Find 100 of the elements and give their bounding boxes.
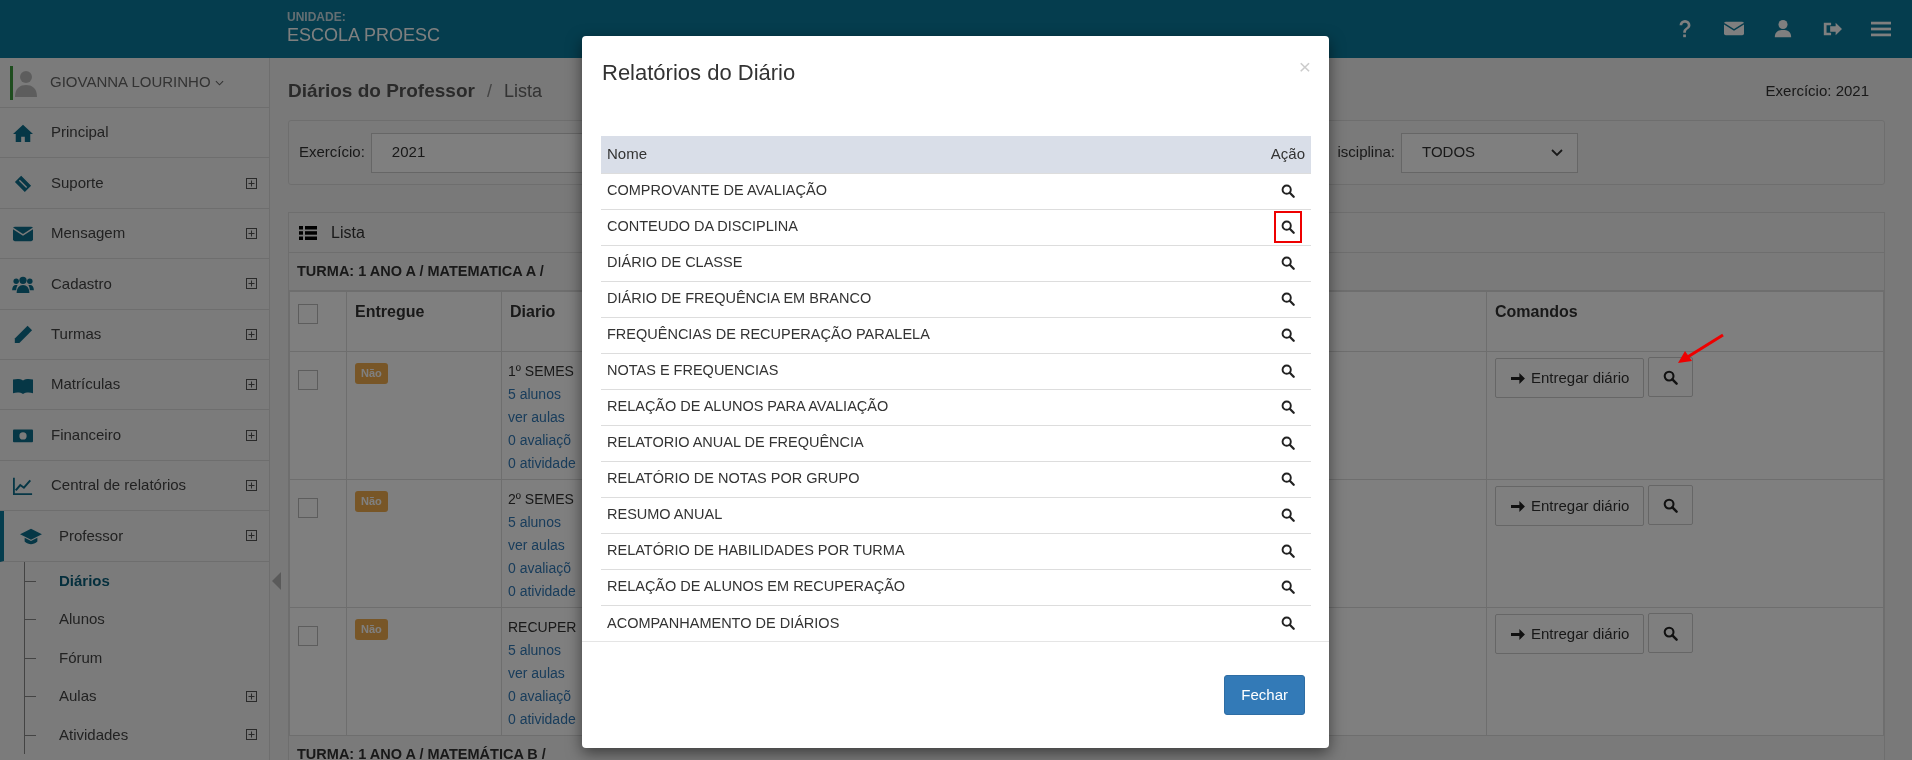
report-name: FREQUÊNCIAS DE RECUPERAÇÃO PARALELA: [607, 326, 930, 343]
diary-link[interactable]: 0 avaliaçõ: [508, 685, 583, 708]
menu-icon[interactable]: [1870, 19, 1892, 39]
diary-link[interactable]: 0 avaliaçõ: [508, 429, 583, 452]
status-badge: Não: [355, 491, 388, 512]
row-checkbox[interactable]: [298, 370, 318, 390]
pencil-icon: [12, 324, 34, 345]
unit-name: ESCOLA PROESC: [287, 23, 441, 47]
expand-icon[interactable]: [246, 278, 257, 290]
search-icon: [1280, 436, 1295, 451]
filter-select[interactable]: TODOS: [1401, 132, 1578, 173]
report-name: RELATÓRIO DE HABILIDADES POR TURMA: [607, 542, 905, 559]
report-name: RELAÇÃO DE ALUNOS PARA AVALIAÇÃO: [607, 398, 889, 415]
search-icon: [1280, 328, 1295, 343]
report-name: ACOMPANHAMENTO DE DIÁRIOS: [607, 614, 840, 631]
search-icon: [1663, 369, 1679, 385]
expand-icon[interactable]: [246, 328, 257, 340]
diary-link[interactable]: 5 alunos: [508, 639, 583, 662]
report-name: RESUMO ANUAL: [607, 506, 723, 523]
diary-link[interactable]: ver aulas: [508, 406, 583, 429]
diary-title: 2º SEMES: [508, 490, 575, 509]
search-icon: [1280, 364, 1295, 379]
expand-icon[interactable]: [246, 227, 257, 239]
arrow-right-icon: [1510, 499, 1525, 513]
report-name: NOTAS E FREQUENCIAS: [607, 362, 779, 379]
search-icon: [1280, 220, 1295, 235]
view-button[interactable]: [1648, 485, 1694, 525]
sidebar-subitem[interactable]: Fórum: [4, 638, 269, 677]
diary-link[interactable]: ver aulas: [508, 662, 583, 685]
dialog-title: Relatórios do Diário: [602, 59, 796, 87]
status-badge: Não: [355, 619, 388, 640]
deliver-button[interactable]: Entregar diário: [1495, 614, 1645, 654]
search-icon: [1280, 400, 1295, 415]
sidebar-item[interactable]: Matrículas: [0, 359, 269, 411]
user-icon[interactable]: [1772, 19, 1794, 39]
report-name: DIÁRIO DE FREQUÊNCIA EM BRANCO: [607, 290, 872, 307]
column-header: Diario: [510, 303, 556, 320]
expand-icon[interactable]: [246, 690, 257, 702]
sidebar-item[interactable]: Principal: [0, 108, 269, 159]
search-icon: [1280, 184, 1295, 199]
deliver-button[interactable]: Entregar diário: [1495, 486, 1645, 526]
search-icon: [1280, 508, 1295, 523]
select-all-checkbox[interactable]: [298, 304, 318, 324]
home-icon: [12, 122, 34, 143]
expand-icon[interactable]: [246, 479, 257, 491]
sidebar-subitem[interactable]: Alunos: [4, 600, 269, 639]
sidebar-item[interactable]: Financeiro: [0, 410, 269, 461]
close-dialog-button[interactable]: Fechar: [1224, 675, 1305, 716]
expand-icon[interactable]: [246, 429, 257, 441]
sidebar-subitem[interactable]: Aulas: [4, 677, 269, 716]
diary-link[interactable]: 0 atividade: [508, 708, 583, 731]
breadcrumb-current: Lista: [503, 79, 542, 103]
diary-link[interactable]: 0 avaliaçõ: [508, 557, 583, 580]
sidebar-item[interactable]: Turmas: [0, 309, 269, 360]
diary-link[interactable]: ver aulas: [508, 534, 583, 557]
expand-icon[interactable]: [246, 177, 257, 189]
report-name: CONTEUDO DA DISCIPLINA: [607, 218, 798, 235]
expand-icon[interactable]: [246, 729, 257, 741]
deliver-button[interactable]: Entregar diário: [1495, 358, 1645, 398]
search-icon: [1280, 544, 1295, 559]
column-header: Comandos: [1495, 303, 1578, 320]
avatar-icon: [13, 68, 38, 97]
view-button[interactable]: [1648, 613, 1694, 653]
expand-icon[interactable]: [246, 530, 257, 542]
search-icon: [1280, 256, 1295, 271]
diary-link[interactable]: 0 atividade: [508, 580, 583, 603]
view-button[interactable]: [1648, 357, 1694, 397]
sidebar-subitem[interactable]: Atividades: [4, 715, 269, 754]
sidebar-item[interactable]: Mensagem: [0, 208, 269, 260]
diary-title: RECUPER: [508, 618, 578, 637]
user-menu[interactable]: GIOVANNA LOURINHO: [50, 71, 224, 94]
row-checkbox[interactable]: [298, 626, 318, 646]
diary-title: 1º SEMES: [508, 362, 575, 381]
chevron-down-icon: [1551, 148, 1563, 157]
sidebar-item[interactable]: Central de relatórios: [0, 460, 269, 512]
sidebar-item[interactable]: Professor: [0, 511, 269, 562]
group-title: TURMA: 1 ANO A / MATEMATICA A /: [297, 261, 544, 281]
report-name: COMPROVANTE DE AVALIAÇÃO: [607, 182, 827, 199]
diary-link[interactable]: 0 atividade: [508, 452, 583, 475]
breadcrumb-separator: /: [486, 79, 492, 103]
search-icon: [1280, 292, 1295, 307]
expand-icon[interactable]: [246, 379, 257, 391]
diary-link[interactable]: 5 alunos: [508, 511, 583, 534]
page-title: Diários do Professor: [288, 78, 475, 103]
report-name: RELAÇÃO DE ALUNOS EM RECUPERAÇÃO: [607, 578, 906, 595]
search-icon: [1280, 616, 1295, 631]
list-icon: [299, 225, 317, 240]
diary-link[interactable]: 5 alunos: [508, 383, 583, 406]
filter-label: isciplina:: [1337, 142, 1395, 163]
annotation-arrow: [1676, 332, 1726, 364]
row-checkbox[interactable]: [298, 498, 318, 518]
column-header: Entregue: [355, 303, 425, 320]
view-report-button[interactable]: [1273, 211, 1302, 244]
sidebar-item[interactable]: Cadastro: [0, 259, 269, 310]
ticket-icon: [12, 173, 34, 194]
column-header: Ação: [1270, 145, 1305, 163]
line-chart-icon: [12, 475, 34, 496]
search-icon: [1280, 472, 1295, 487]
sidebar-item[interactable]: Suporte: [0, 158, 269, 209]
search-icon: [1663, 497, 1679, 513]
